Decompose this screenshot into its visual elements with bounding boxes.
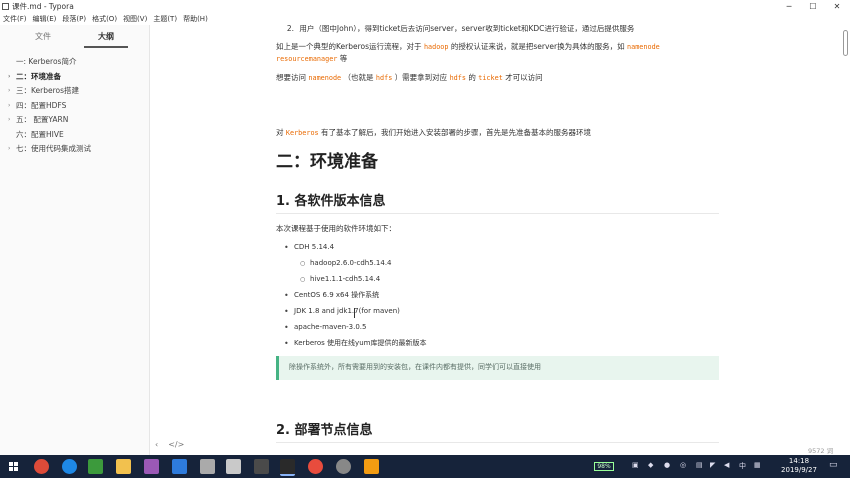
outline-item-label: 六：配置HIVE — [16, 129, 64, 139]
paragraph-intro-deploy: 对 Kerberos 有了基本了解后，我们开始进入安装部署的步骤，首先是先准备基… — [276, 128, 592, 137]
heading-software-versions: 1. 各软件版本信息 — [276, 194, 386, 209]
window-title: 课件.md - Typora — [12, 2, 74, 11]
menu-help[interactable]: 帮助(H) — [180, 13, 211, 25]
chevron-right-icon: › — [8, 101, 11, 109]
menu-format[interactable]: 格式(O) — [89, 13, 120, 25]
menu-edit[interactable]: 编辑(E) — [30, 13, 60, 25]
wechat-icon[interactable]: ● — [664, 461, 670, 469]
tray-icon[interactable]: ◆ — [648, 461, 653, 469]
app-icon[interactable] — [88, 459, 103, 474]
chevron-right-icon: › — [8, 72, 11, 80]
tray-icon[interactable]: ▦ — [754, 461, 761, 469]
settings-gear-icon[interactable] — [336, 459, 351, 474]
folder-icon[interactable] — [116, 459, 131, 474]
software-list: CDH 5.14.4 hadoop2.6.0-cdh5.14.4 hive1.1… — [278, 242, 698, 354]
outline-item-label: 一: Kerberos简介 — [16, 57, 77, 66]
paragraph-namenode-access: 想要访问 namenode （也就是 hdfs ）需要拿到对应 hdfs 的 t… — [276, 73, 543, 82]
list-item: hadoop2.6.0-cdh5.14.4 — [278, 258, 698, 269]
chevron-right-icon: › — [8, 145, 11, 152]
outline-item-label: 三：Kerberos搭建 — [16, 86, 80, 95]
typora-app-icon — [2, 3, 9, 10]
app-icon[interactable] — [200, 459, 215, 474]
editor-area[interactable]: 2. 用户（图中John），得到ticket后去访问server，server收… — [150, 25, 840, 455]
active-tab-indicator — [84, 46, 128, 48]
heading-divider — [276, 213, 719, 214]
network-icon[interactable]: ◤ — [710, 461, 715, 469]
typora-taskbar-icon[interactable] — [280, 459, 295, 476]
system-clock[interactable]: 14:18 2019/9/27 — [778, 457, 820, 475]
outline-item-label: 五： 配置YARN — [16, 115, 69, 124]
minimize-button[interactable]: ─ — [778, 0, 800, 13]
tray-icon[interactable]: ◎ — [680, 461, 686, 469]
list-item: hive1.1.1-cdh5.14.4 — [278, 274, 698, 285]
scrollbar-thumb[interactable] — [843, 30, 848, 56]
windows-taskbar: 98% ▣ ◆ ● ◎ ▤ ◤ ◀ 中 ▦ 14:18 2019/9/27 ▭ — [0, 455, 850, 478]
outline-item-env-prep[interactable]: › 二：环境准备 — [0, 70, 150, 85]
heading-divider — [276, 442, 719, 443]
heading-deploy-nodes: 2. 部署节点信息 — [276, 423, 373, 438]
outline-item-kerberos-setup[interactable]: › 三：Kerberos搭建 — [0, 84, 150, 99]
ie-icon[interactable] — [62, 459, 77, 474]
paragraph-software-env: 本次课程基于使用的软件环境如下： — [276, 224, 396, 233]
text-cursor — [354, 308, 355, 318]
title-bar: 课件.md - Typora ─ ☐ ✕ — [0, 0, 850, 13]
outline-item-label: 四：配置HDFS — [16, 100, 67, 110]
chrome-icon[interactable] — [34, 459, 49, 474]
notification-icon[interactable]: ▭ — [829, 460, 838, 470]
outline-item-hive[interactable]: 六：配置HIVE — [0, 128, 150, 143]
blockquote-note: 除操作系统外，所有需要用到的安装包，在课件内都有提供，同学们可以直接使用 — [276, 356, 719, 380]
list-item: CDH 5.14.4 — [278, 242, 698, 253]
list-item: JDK 1.8 and jdk1.7(for maven) — [278, 306, 698, 317]
volume-icon[interactable]: ◀ — [724, 461, 729, 469]
tray-icon[interactable]: ▤ — [696, 461, 703, 469]
menu-bar: 文件(F) 编辑(E) 段落(P) 格式(O) 视图(V) 主题(T) 帮助(H) — [0, 13, 850, 25]
ime-indicator[interactable]: 中 — [739, 461, 746, 471]
windows-start-icon[interactable] — [9, 462, 19, 472]
heading-env-prep: 二：环境准备 — [276, 152, 378, 172]
outline-item-code-test[interactable]: › 七：使用代码集成测试 — [0, 142, 150, 157]
sidebar-tabs: 文件 大纲 — [0, 29, 150, 49]
word-count[interactable]: 9572 词 — [808, 445, 833, 455]
app-icon[interactable] — [308, 459, 323, 474]
close-button[interactable]: ✕ — [826, 0, 848, 13]
outline-item-yarn[interactable]: › 五： 配置YARN — [0, 113, 150, 128]
battery-icon[interactable]: 98% — [594, 462, 614, 471]
app-icon[interactable] — [172, 459, 187, 474]
menu-file[interactable]: 文件(F) — [0, 13, 30, 25]
chevron-right-icon: › — [8, 116, 11, 123]
sidebar: 文件 大纲 一: Kerberos简介 › 二：环境准备 › 三：Kerberos搭… — [0, 25, 150, 455]
app-icon[interactable] — [254, 459, 269, 474]
tray-icon[interactable]: ▣ — [632, 461, 639, 469]
menu-paragraph[interactable]: 段落(P) — [59, 13, 89, 25]
tab-outline[interactable]: 大纲 — [98, 31, 114, 42]
menu-theme[interactable]: 主题(T) — [150, 13, 180, 25]
outline-item-hdfs[interactable]: › 四：配置HDFS — [0, 99, 150, 114]
chevron-right-icon: › — [8, 87, 11, 94]
outline-item-kerberos-intro[interactable]: 一: Kerberos简介 — [0, 55, 150, 70]
app-icon[interactable] — [226, 459, 241, 474]
maximize-button[interactable]: ☐ — [802, 0, 824, 13]
outline-item-label: 七：使用代码集成测试 — [16, 144, 91, 153]
tab-files[interactable]: 文件 — [35, 31, 51, 42]
list-item: Kerberos 使用在线yum库提供的最新版本 — [278, 338, 698, 349]
numbered-item: 2. 用户（图中John），得到ticket后去访问server，server收… — [286, 25, 635, 33]
list-item: apache-maven-3.0.5 — [278, 322, 698, 333]
list-item: CentOS 6.9 x64 操作系统 — [278, 290, 698, 301]
outline-list: 一: Kerberos简介 › 二：环境准备 › 三：Kerberos搭建 › 四：配… — [0, 55, 150, 157]
menu-view[interactable]: 视图(V) — [120, 13, 150, 25]
app-icon[interactable] — [364, 459, 379, 474]
outline-item-label: 二：环境准备 — [16, 71, 61, 81]
intellij-idea-icon[interactable] — [144, 459, 159, 474]
paragraph-kerberos-flow: 如上是一个典型的Kerberos运行流程，对于 hadoop 的授权认证来说，就… — [276, 42, 660, 63]
